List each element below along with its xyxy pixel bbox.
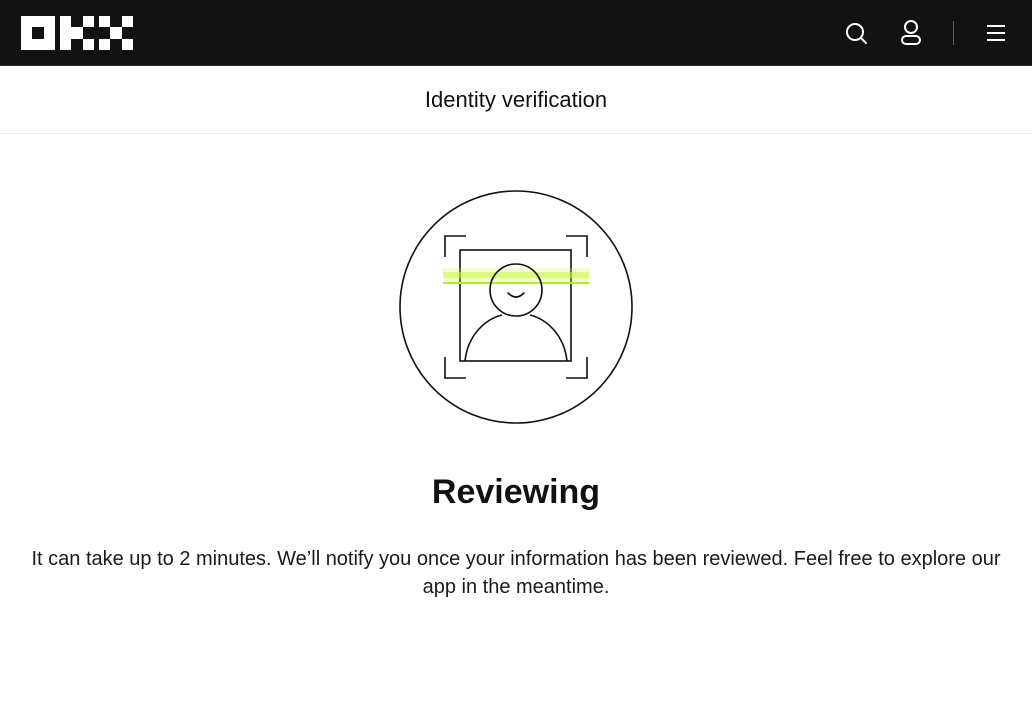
header-divider bbox=[953, 21, 954, 45]
status-title: Reviewing bbox=[431, 473, 601, 511]
face-scan-icon bbox=[399, 190, 633, 424]
status-description: It can take up to 2 minutes. We’ll notif… bbox=[31, 548, 1001, 598]
page-title: Identity verification bbox=[424, 87, 608, 112]
top-navigation-bar bbox=[0, 0, 1032, 66]
search-icon[interactable] bbox=[840, 17, 872, 49]
user-icon[interactable] bbox=[895, 17, 927, 49]
hamburger-menu-icon[interactable] bbox=[980, 17, 1012, 49]
okx-logo[interactable] bbox=[21, 16, 133, 50]
page-header: Identity verification bbox=[0, 66, 1032, 134]
